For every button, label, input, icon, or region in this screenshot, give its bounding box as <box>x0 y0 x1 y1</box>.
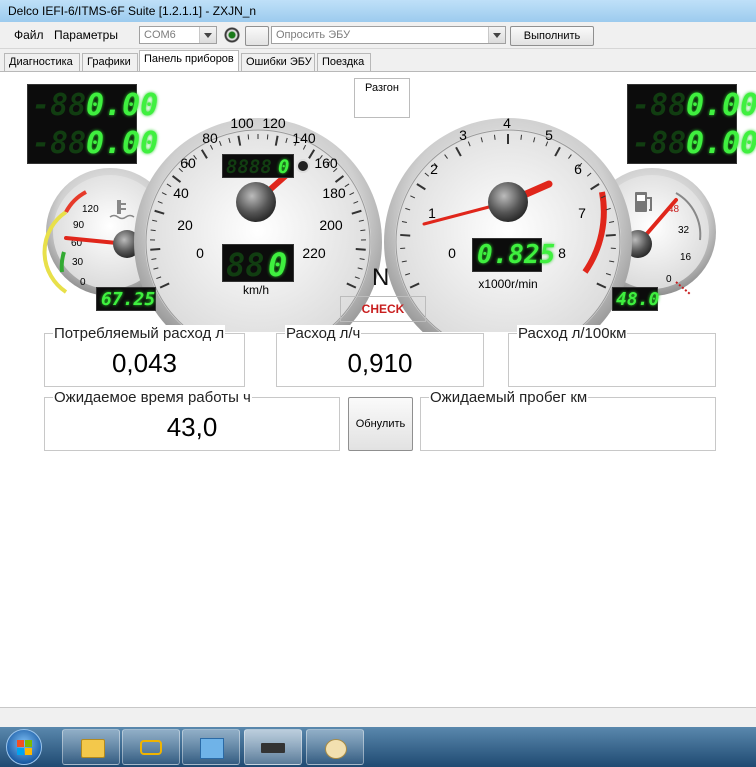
rpm-value: 0.825 <box>477 240 556 270</box>
speed-value: 0 <box>268 246 288 284</box>
temp-tick: 30 <box>72 257 84 268</box>
major-tick <box>355 247 366 251</box>
fuel-per-100km-label: Расход л/100км <box>517 325 628 342</box>
speed-tick: 220 <box>302 245 326 261</box>
fuel-per-hour-group: Расход л/ч 0,910 <box>276 325 484 387</box>
tach-tick: 3 <box>459 127 467 143</box>
temp-value: 67.25 <box>101 289 156 310</box>
speed-tick: 80 <box>202 130 218 146</box>
major-tick <box>150 247 161 251</box>
tach-tick: 5 <box>545 127 553 143</box>
menu-params[interactable]: Параметры <box>54 28 118 42</box>
speed-tick: 0 <box>196 245 204 261</box>
speed-tick: 140 <box>292 130 316 146</box>
execute-button[interactable]: Выполнить <box>510 26 594 46</box>
consumed-fuel-label: Потребляемый расход л <box>53 325 226 342</box>
dashboard-panel: -88 0.00 -88 0.00 -88 0.00 -88 0.00 Разг… <box>0 71 756 708</box>
chevron-down-icon[interactable] <box>488 27 505 43</box>
menu-file[interactable]: Файл <box>14 28 44 42</box>
tach-tick: 4 <box>503 115 511 131</box>
temp-tick: 90 <box>73 220 85 231</box>
connection-led-icon <box>224 27 240 43</box>
speed-tick: 100 <box>230 115 254 131</box>
speed-tick: 180 <box>322 185 346 201</box>
tach-unit: x1000r/min <box>478 277 537 291</box>
consumed-fuel-group: Потребляемый расход л 0,043 <box>44 325 245 387</box>
major-tick <box>605 233 616 237</box>
fuel-tick: 0 <box>666 274 672 285</box>
temp-lcd: 67.25 <box>96 287 156 311</box>
fuel-per-hour-value: 0,910 <box>347 348 413 378</box>
tab-dashboard[interactable]: Панель приборов <box>139 50 239 72</box>
temp-tick: 120 <box>82 204 99 215</box>
tab-ecu-errors[interactable]: Ошибки ЭБУ <box>241 53 315 71</box>
blank-button[interactable] <box>245 26 269 46</box>
tab-trip[interactable]: Поездка <box>317 53 371 71</box>
expected-time-group: Ожидаемое время работы ч 43,0 <box>44 389 340 451</box>
check-engine-indicator: CHECK <box>340 296 426 322</box>
taskbar-paint-icon[interactable] <box>306 729 364 765</box>
chevron-down-icon[interactable] <box>199 27 216 43</box>
taskbar-chip-app-icon[interactable] <box>244 729 302 765</box>
speed-tick: 120 <box>262 115 286 131</box>
taskbar <box>0 727 756 767</box>
fuel-per-100km-group: Расход л/100км <box>508 325 716 387</box>
speed-unit: km/h <box>243 283 269 297</box>
menu-bar: Файл Параметры COM6 Опросить ЭБУ Выполни… <box>0 22 756 49</box>
odometer-value: 0 <box>278 156 290 178</box>
fuel-tick: 32 <box>678 225 690 236</box>
taskbar-explorer-icon[interactable] <box>62 729 120 765</box>
expected-mileage-label: Ожидаемый пробег км <box>429 389 589 406</box>
fuel-tick: 16 <box>680 252 692 263</box>
title-bar: Delco IEFI-6/ITMS-6F Suite [1.2.1.1] - Z… <box>0 0 756 23</box>
tach-tick: 1 <box>428 205 436 221</box>
speed-tick: 160 <box>314 155 338 171</box>
minor-tick <box>493 134 496 140</box>
minor-tick <box>520 134 523 140</box>
temp-tick: 0 <box>80 277 86 288</box>
tab-diagnostics[interactable]: Диагностика <box>4 53 80 71</box>
poll-select-value: Опросить ЭБУ <box>276 29 351 41</box>
speed-tick: 40 <box>173 185 189 201</box>
fuel-lcd: 48.0 <box>612 287 660 311</box>
tach-tick: 6 <box>574 161 582 177</box>
poll-select[interactable]: Опросить ЭБУ <box>271 26 506 44</box>
taskbar-engine-icon[interactable] <box>122 729 180 765</box>
consumed-fuel-value: 0,043 <box>111 348 178 378</box>
expected-time-label: Ожидаемое время работы ч <box>53 389 252 406</box>
major-tick <box>400 233 411 237</box>
speed-tick: 20 <box>177 217 193 233</box>
tach-tick: 0 <box>448 245 456 261</box>
gear-indicator: N <box>372 264 390 291</box>
port-select[interactable]: COM6 <box>139 26 217 44</box>
speed-tick: 60 <box>180 155 196 171</box>
tach-tick: 2 <box>430 161 438 177</box>
rpm-lcd: 0.825 <box>472 238 555 272</box>
odometer-lcd: 8888 0 <box>222 154 294 178</box>
expected-time-value: 43,0 <box>166 412 218 442</box>
expected-mileage-group: Ожидаемый пробег км <box>420 389 716 451</box>
taskbar-control-panel-icon[interactable] <box>182 729 240 765</box>
minor-tick <box>150 229 156 232</box>
tach-tick: 7 <box>578 205 586 221</box>
reset-button[interactable]: Обнулить <box>348 397 413 451</box>
port-select-value: COM6 <box>144 29 176 41</box>
speed-lcd: 88 0 <box>222 244 294 284</box>
fuel-per-hour-label: Расход л/ч <box>285 325 362 342</box>
minor-tick <box>360 229 366 232</box>
start-button-icon[interactable] <box>6 729 42 765</box>
tab-bar: Диагностика Графики Панель приборов Ошиб… <box>0 50 756 72</box>
speed-tick: 200 <box>319 217 343 233</box>
fuel-value: 48.0 <box>616 289 660 310</box>
window-title: Delco IEFI-6/ITMS-6F Suite [1.2.1.1] - Z… <box>8 4 257 18</box>
speed-limit-marker-icon <box>296 159 310 173</box>
status-bar <box>0 707 756 728</box>
tab-charts[interactable]: Графики <box>82 53 138 71</box>
tach-tick: 8 <box>558 245 566 261</box>
